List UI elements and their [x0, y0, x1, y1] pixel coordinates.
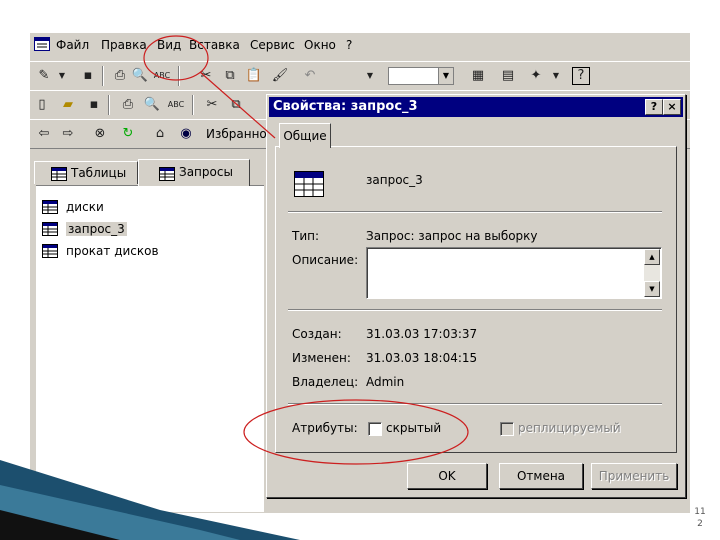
page-number-line2: 2: [697, 519, 703, 529]
query-icon: [159, 165, 175, 181]
annotation-line: [199, 71, 276, 139]
tab-general[interactable]: Общие: [279, 123, 331, 148]
tab-queries[interactable]: Запросы: [138, 159, 250, 186]
tab-queries-label: Запросы: [179, 165, 233, 179]
slide-decoration: [0, 460, 300, 540]
page-number-line1: 11: [694, 507, 706, 517]
annotation-ellipse-view-menu: [143, 35, 209, 81]
page-number: 11 2: [690, 506, 710, 530]
